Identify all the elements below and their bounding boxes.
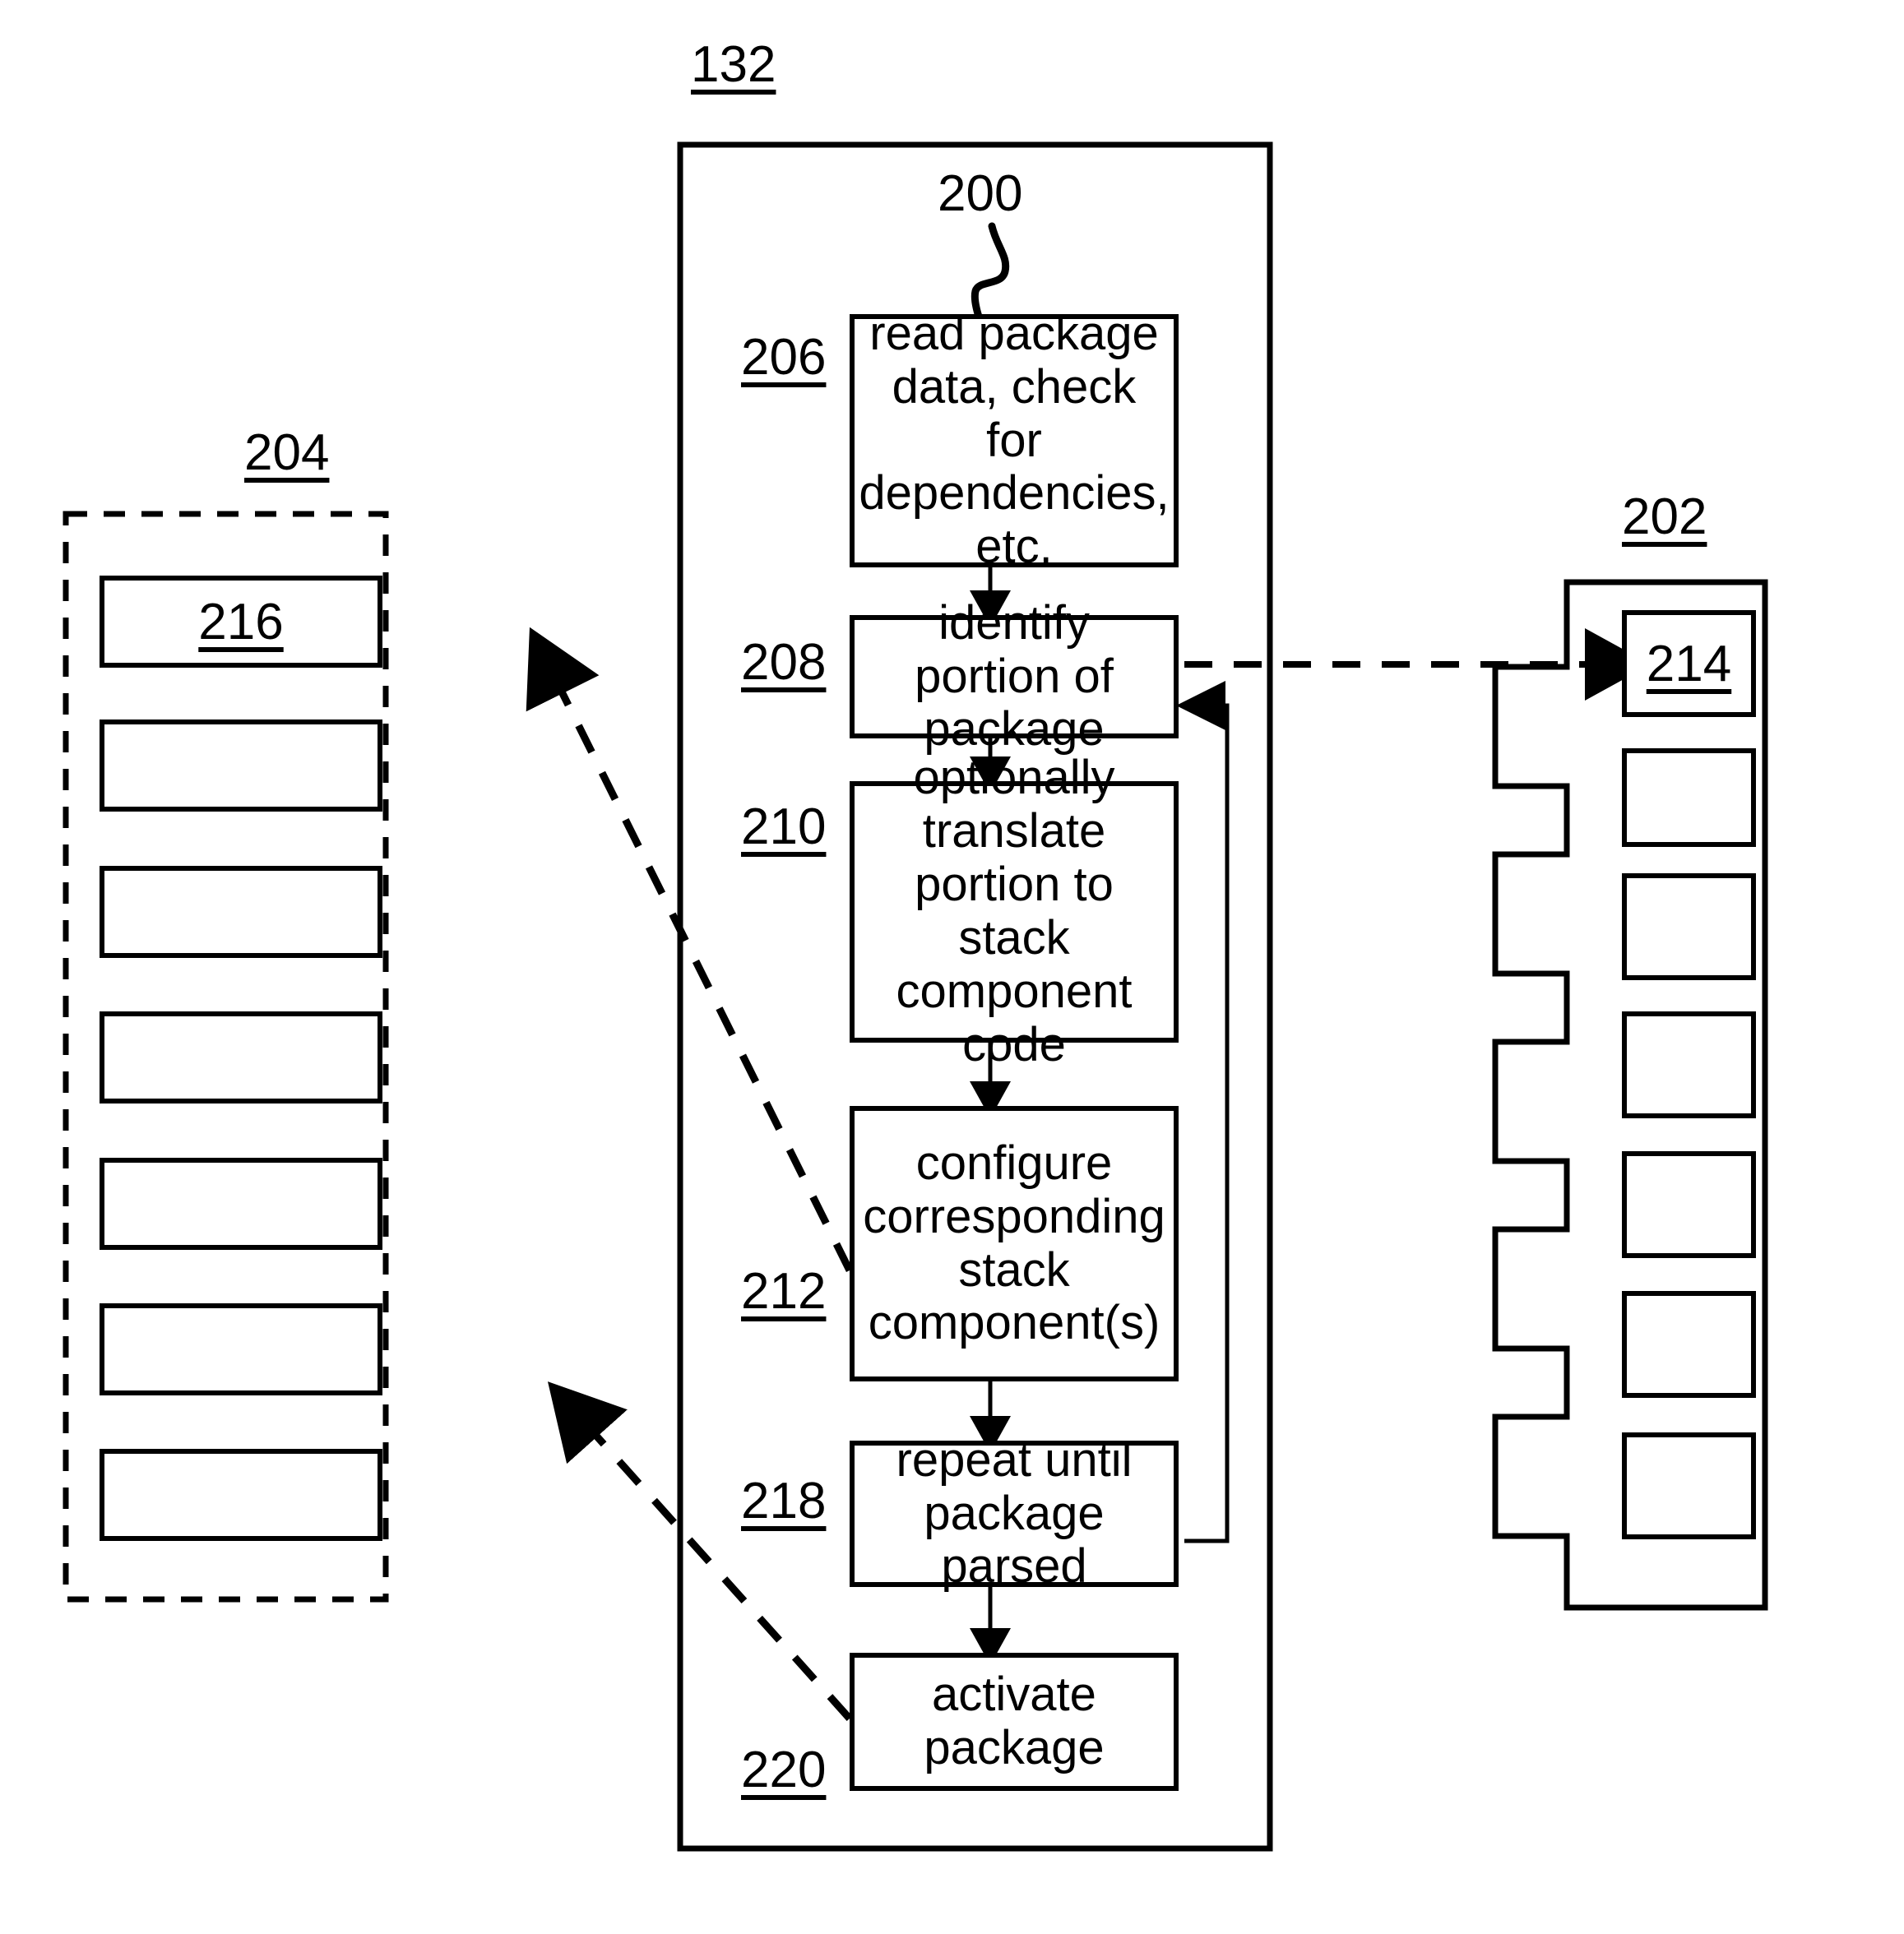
stack-slot-214-label: 214 <box>1646 635 1732 692</box>
flow-step-208[interactable]: identify portion of package <box>850 596 1179 756</box>
stack-slot[interactable] <box>1622 1291 1756 1398</box>
ref-label-206: 206 <box>741 329 827 386</box>
ref-label-132: 132 <box>691 36 776 93</box>
memory-slot[interactable] <box>100 1011 382 1103</box>
stack-slot-214[interactable]: 214 <box>1622 610 1756 717</box>
memory-slot[interactable] <box>100 1449 382 1541</box>
ref-label-220: 220 <box>741 1742 827 1798</box>
ref-label-208: 208 <box>741 634 827 691</box>
patent-figure-canvas: 132 200 204 202 206 208 210 212 218 220 … <box>0 0 1904 1934</box>
ref-label-218: 218 <box>741 1473 827 1529</box>
memory-slot[interactable] <box>100 719 382 812</box>
dashed-link-216-to-step-212 <box>526 627 854 1273</box>
ref-label-200: 200 <box>938 165 1023 222</box>
memory-slot[interactable] <box>100 1158 382 1250</box>
stack-slot[interactable] <box>1622 748 1756 847</box>
memory-slot-216[interactable]: 216 <box>100 576 382 668</box>
memory-slot[interactable] <box>100 1303 382 1395</box>
flow-step-206[interactable]: read package data, check for dependencie… <box>850 307 1179 573</box>
memory-slot[interactable] <box>100 866 382 958</box>
stack-slot[interactable] <box>1622 873 1756 980</box>
flow-step-210[interactable]: optionally translate portion to stack co… <box>850 751 1179 1071</box>
flow-step-220[interactable]: activate package <box>850 1653 1179 1791</box>
flow-step-212[interactable]: configure corresponding stack component(… <box>850 1106 1179 1381</box>
ref-label-212: 212 <box>741 1263 827 1320</box>
stack-slot[interactable] <box>1622 1151 1756 1258</box>
memory-slot-216-label: 216 <box>198 593 284 650</box>
feedback-loop-218-to-208 <box>1176 681 1230 1543</box>
stack-slot[interactable] <box>1622 1432 1756 1539</box>
ref-label-202: 202 <box>1622 488 1707 545</box>
flow-step-218[interactable]: repeat until package parsed <box>850 1433 1179 1593</box>
ref-label-210: 210 <box>741 798 827 855</box>
dashed-link-memory-to-step-220 <box>547 1381 853 1722</box>
stack-slot[interactable] <box>1622 1011 1756 1118</box>
ref-label-204: 204 <box>244 424 330 481</box>
